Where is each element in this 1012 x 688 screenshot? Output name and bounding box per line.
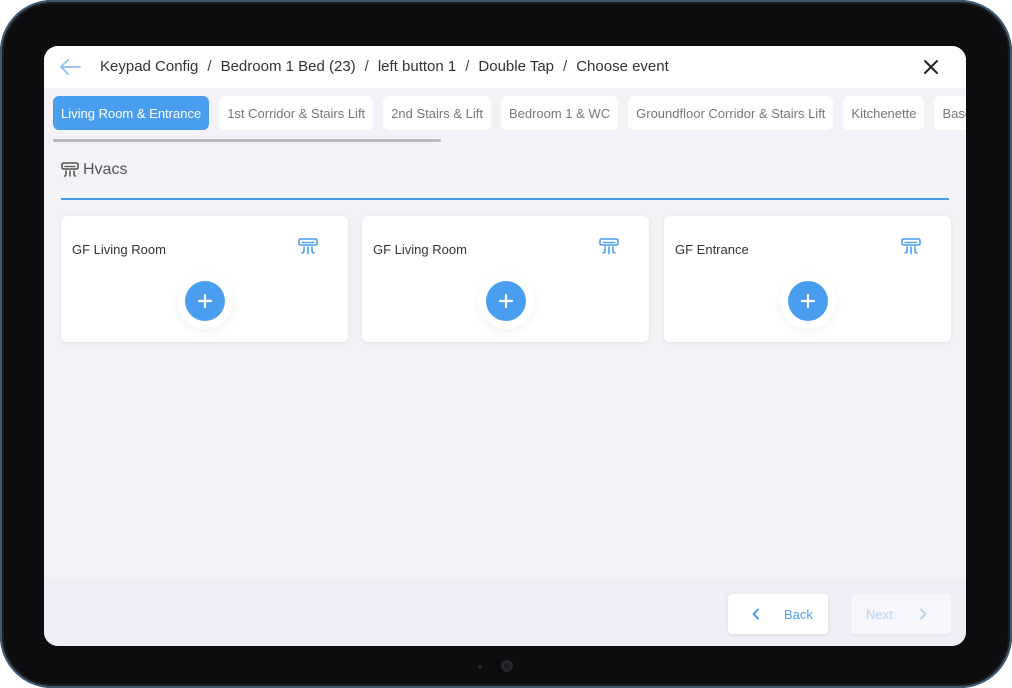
screen: Keypad Config / Bedroom 1 Bed (23) / lef…: [44, 46, 966, 646]
hvac-card: GF Living Room: [362, 216, 649, 342]
breadcrumb-separator: /: [465, 58, 470, 75]
breadcrumb-item[interactable]: Double Tap: [478, 58, 554, 75]
tab-2nd-stairs-lift[interactable]: 2nd Stairs & Lift: [383, 96, 491, 130]
room-tabs: Living Room & Entrance 1st Corridor & St…: [53, 96, 966, 132]
breadcrumb-separator: /: [207, 58, 212, 75]
arrow-left-icon[interactable]: [58, 57, 82, 77]
section-title: Hvacs: [83, 161, 128, 178]
footer-bar: Back Next: [44, 579, 966, 646]
back-button[interactable]: Back: [728, 594, 828, 634]
chevron-right-icon: [920, 608, 927, 620]
add-event-button[interactable]: [185, 281, 225, 321]
hvac-icon: [599, 238, 619, 255]
tab-groundfloor-corridor[interactable]: Groundfloor Corridor & Stairs Lift: [628, 96, 834, 130]
tabs-scrollbar[interactable]: [53, 139, 441, 142]
hvac-card: GF Entrance: [664, 216, 951, 342]
plus-icon: [197, 293, 213, 309]
add-event-button[interactable]: [486, 281, 526, 321]
next-button-label: Next: [866, 606, 893, 622]
section-divider: [61, 198, 949, 200]
section-header: Hvacs: [61, 161, 127, 179]
hvac-icon: [901, 238, 921, 255]
breadcrumb-item[interactable]: left button 1: [378, 58, 456, 75]
close-icon[interactable]: [922, 58, 940, 76]
header-bar: Keypad Config / Bedroom 1 Bed (23) / lef…: [44, 46, 966, 88]
tab-kitchenette[interactable]: Kitchenette: [843, 96, 925, 130]
tablet-frame: Keypad Config / Bedroom 1 Bed (23) / lef…: [0, 0, 1012, 688]
breadcrumb: Keypad Config / Bedroom 1 Bed (23) / lef…: [100, 58, 669, 75]
back-button-label: Back: [784, 606, 813, 622]
hvac-icon: [298, 238, 318, 255]
tab-base[interactable]: Base: [934, 96, 966, 130]
sensor-dot: [478, 665, 482, 669]
breadcrumb-separator: /: [563, 58, 568, 75]
card-title: GF Entrance: [675, 242, 749, 257]
card-title: GF Living Room: [373, 242, 467, 257]
camera: [501, 660, 513, 672]
plus-icon: [498, 293, 514, 309]
tab-bedroom-1-wc[interactable]: Bedroom 1 & WC: [500, 96, 619, 130]
chevron-left-icon: [752, 608, 759, 620]
tab-living-room-entrance[interactable]: Living Room & Entrance: [53, 96, 210, 130]
breadcrumb-current: Choose event: [576, 58, 669, 75]
hvac-icon: [61, 162, 79, 177]
breadcrumb-item[interactable]: Bedroom 1 Bed (23): [221, 58, 356, 75]
breadcrumb-separator: /: [364, 58, 369, 75]
add-event-button[interactable]: [788, 281, 828, 321]
plus-icon: [800, 293, 816, 309]
tab-1st-corridor-stairs-lift[interactable]: 1st Corridor & Stairs Lift: [219, 96, 374, 130]
card-title: GF Living Room: [72, 242, 166, 257]
hvac-card: GF Living Room: [61, 216, 348, 342]
next-button[interactable]: Next: [851, 594, 951, 634]
breadcrumb-item[interactable]: Keypad Config: [100, 58, 198, 75]
